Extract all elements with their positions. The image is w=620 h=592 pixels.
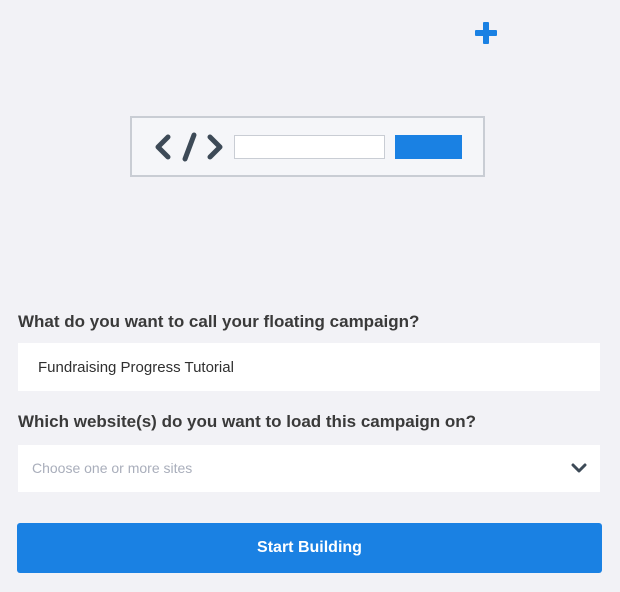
sites-select-placeholder: Choose one or more sites <box>32 460 193 476</box>
chevron-down-icon[interactable] <box>571 462 587 474</box>
sites-select[interactable]: Choose one or more sites <box>18 445 600 492</box>
embed-field-illustration <box>234 135 385 159</box>
campaign-name-label: What do you want to call your floating c… <box>18 312 420 331</box>
embed-button-illustration <box>395 135 462 159</box>
code-icon <box>155 132 223 162</box>
start-building-button[interactable]: Start Building <box>17 523 602 573</box>
plus-icon[interactable] <box>474 21 498 45</box>
sites-label: Which website(s) do you want to load thi… <box>18 412 477 431</box>
embed-illustration <box>130 116 485 177</box>
new-campaign-page: What do you want to call your floating c… <box>0 0 620 592</box>
campaign-name-input[interactable] <box>18 343 600 391</box>
